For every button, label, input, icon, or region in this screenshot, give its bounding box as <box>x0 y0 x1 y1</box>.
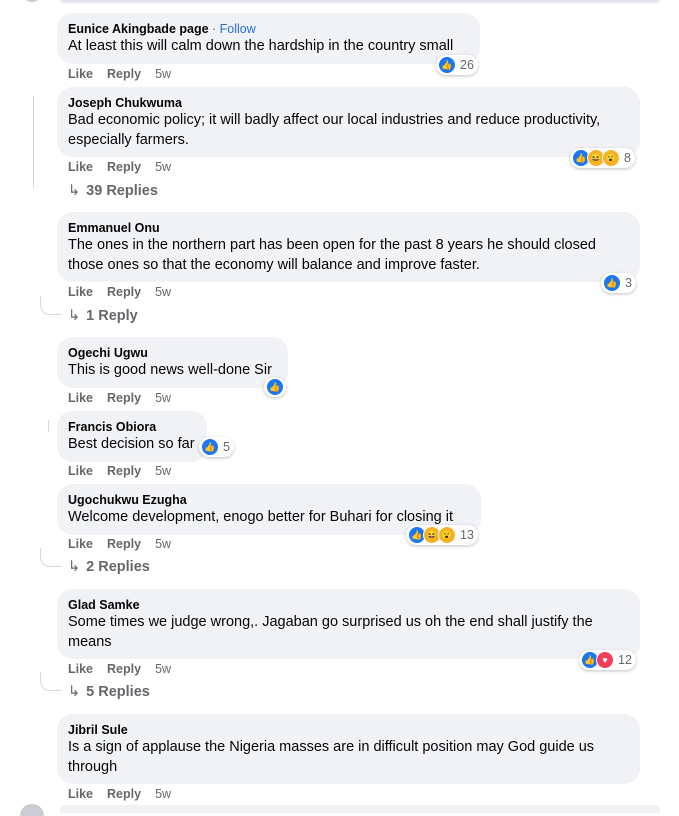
thread-line <box>33 96 34 188</box>
like-button[interactable]: Like <box>68 537 93 551</box>
view-replies-link[interactable]: ↳ 39 Replies <box>68 182 158 200</box>
reply-button[interactable]: Reply <box>107 787 141 801</box>
like-button[interactable]: Like <box>68 464 93 478</box>
reply-button[interactable]: Reply <box>107 391 141 405</box>
previous-comment-edge <box>60 0 660 3</box>
next-comment-edge <box>60 805 660 813</box>
reaction-summary[interactable]: 👍 😆 😮 13 <box>406 525 478 545</box>
reply-button[interactable]: Reply <box>107 662 141 676</box>
reaction-summary[interactable]: 👍 ♥ 12 <box>579 650 636 670</box>
avatar <box>22 0 42 2</box>
comment-text: The ones in the northern part has been o… <box>68 237 596 273</box>
wow-emoji-icon: 😮 <box>602 149 620 167</box>
replies-count: 1 Reply <box>86 308 138 324</box>
thumbs-up-icon: 👍 <box>603 274 621 292</box>
comment-author[interactable]: Francis Obiora <box>68 419 196 435</box>
view-replies-link[interactable]: ↳ 5 Replies <box>68 683 150 701</box>
reaction-summary[interactable]: 👍 26 <box>436 55 478 75</box>
reaction-count: 8 <box>624 151 631 165</box>
like-button[interactable]: Like <box>68 67 93 81</box>
timestamp[interactable]: 5w <box>155 662 171 676</box>
reaction-summary[interactable]: 👍 😆 😮 8 <box>570 148 635 168</box>
comment-actions: Like Reply 5w <box>68 390 185 406</box>
replies-count: 39 Replies <box>86 183 158 199</box>
thumbs-up-icon: 👍 <box>438 56 456 74</box>
comment-author[interactable]: Ogechi Ugwu <box>68 345 277 361</box>
reaction-summary[interactable]: 👍 <box>264 377 286 397</box>
comment-author[interactable]: Joseph Chukwuma <box>68 95 629 111</box>
comment-text: Welcome development, enogo better for Bu… <box>68 509 453 525</box>
comment-bubble: Eunice Akingbade page · Follow At least … <box>57 13 480 64</box>
separator-dot: · <box>208 22 220 36</box>
thread-connector <box>40 296 61 315</box>
comment-text: Best decision so far <box>68 436 195 452</box>
thumbs-up-icon: 👍 <box>201 438 219 456</box>
comment-bubble: Jibril Sule Is a sign of applause the Ni… <box>57 714 640 784</box>
like-button[interactable]: Like <box>68 787 93 801</box>
like-button[interactable]: Like <box>68 160 93 174</box>
like-button[interactable]: Like <box>68 662 93 676</box>
comment-text: At least this will calm down the hardshi… <box>68 38 454 54</box>
like-button[interactable]: Like <box>68 391 93 405</box>
thread-connector <box>40 548 61 567</box>
comment-author-line: Eunice Akingbade page · Follow <box>68 21 469 37</box>
reply-arrow-icon: ↳ <box>68 308 81 324</box>
comment-actions: Like Reply 5w <box>68 159 185 175</box>
comment-text: Some times we judge wrong,. Jagaban go s… <box>68 614 593 650</box>
comment-actions: Like Reply 5w <box>68 536 185 552</box>
avatar <box>20 804 44 816</box>
comment-bubble: Emmanuel Onu The ones in the northern pa… <box>57 212 640 282</box>
comment-author[interactable]: Ugochukwu Ezugha <box>68 492 470 508</box>
comment-bubble: Francis Obiora Best decision so far <box>57 411 207 462</box>
timestamp[interactable]: 5w <box>155 537 171 551</box>
comment-text: This is good news well-done Sir <box>68 362 272 378</box>
comment-actions: Like Reply 5w <box>68 284 185 300</box>
reply-arrow-icon: ↳ <box>68 183 81 199</box>
comment-author[interactable]: Jibril Sule <box>68 722 629 738</box>
timestamp[interactable]: 5w <box>155 787 171 801</box>
reaction-count: 12 <box>618 653 632 667</box>
reply-button[interactable]: Reply <box>107 67 141 81</box>
reaction-count: 5 <box>223 440 230 454</box>
thread-line <box>48 420 49 432</box>
comment-author[interactable]: Eunice Akingbade page <box>68 22 209 36</box>
comment-actions: Like Reply 5w <box>68 661 185 677</box>
follow-button[interactable]: Follow <box>220 22 256 36</box>
heart-icon: ♥ <box>596 651 614 669</box>
reaction-summary[interactable]: 👍 5 <box>199 437 234 457</box>
reaction-summary[interactable]: 👍 3 <box>601 273 636 293</box>
comment-actions: Like Reply 5w <box>68 463 185 479</box>
comment-bubble: Joseph Chukwuma Bad economic policy; it … <box>57 87 640 157</box>
comment-text: Is a sign of applause the Nigeria masses… <box>68 739 595 775</box>
replies-count: 2 Replies <box>86 559 150 575</box>
timestamp[interactable]: 5w <box>155 160 171 174</box>
thumbs-up-icon: 👍 <box>266 378 284 396</box>
comment-bubble: Glad Samke Some times we judge wrong,. J… <box>57 589 640 659</box>
reaction-count: 26 <box>460 58 474 72</box>
reaction-count: 3 <box>625 276 632 290</box>
reply-button[interactable]: Reply <box>107 285 141 299</box>
comment-bubble: Ogechi Ugwu This is good news well-done … <box>57 337 288 388</box>
comment-text: Bad economic policy; it will badly affec… <box>68 112 601 148</box>
timestamp[interactable]: 5w <box>155 464 171 478</box>
reply-arrow-icon: ↳ <box>68 684 81 700</box>
comment-author[interactable]: Emmanuel Onu <box>68 220 629 236</box>
view-replies-link[interactable]: ↳ 2 Replies <box>68 558 150 576</box>
wow-emoji-icon: 😮 <box>438 526 456 544</box>
timestamp[interactable]: 5w <box>155 391 171 405</box>
reply-button[interactable]: Reply <box>107 464 141 478</box>
reply-button[interactable]: Reply <box>107 160 141 174</box>
replies-count: 5 Replies <box>86 684 150 700</box>
comment-actions: Like Reply 5w <box>68 66 185 82</box>
comment-actions: Like Reply 5w <box>68 786 185 802</box>
view-replies-link[interactable]: ↳ 1 Reply <box>68 307 138 325</box>
like-button[interactable]: Like <box>68 285 93 299</box>
comment-author[interactable]: Glad Samke <box>68 597 629 613</box>
reply-button[interactable]: Reply <box>107 537 141 551</box>
timestamp[interactable]: 5w <box>155 285 171 299</box>
reply-arrow-icon: ↳ <box>68 559 81 575</box>
reaction-count: 13 <box>460 528 474 542</box>
timestamp[interactable]: 5w <box>155 67 171 81</box>
thread-connector <box>40 672 61 691</box>
